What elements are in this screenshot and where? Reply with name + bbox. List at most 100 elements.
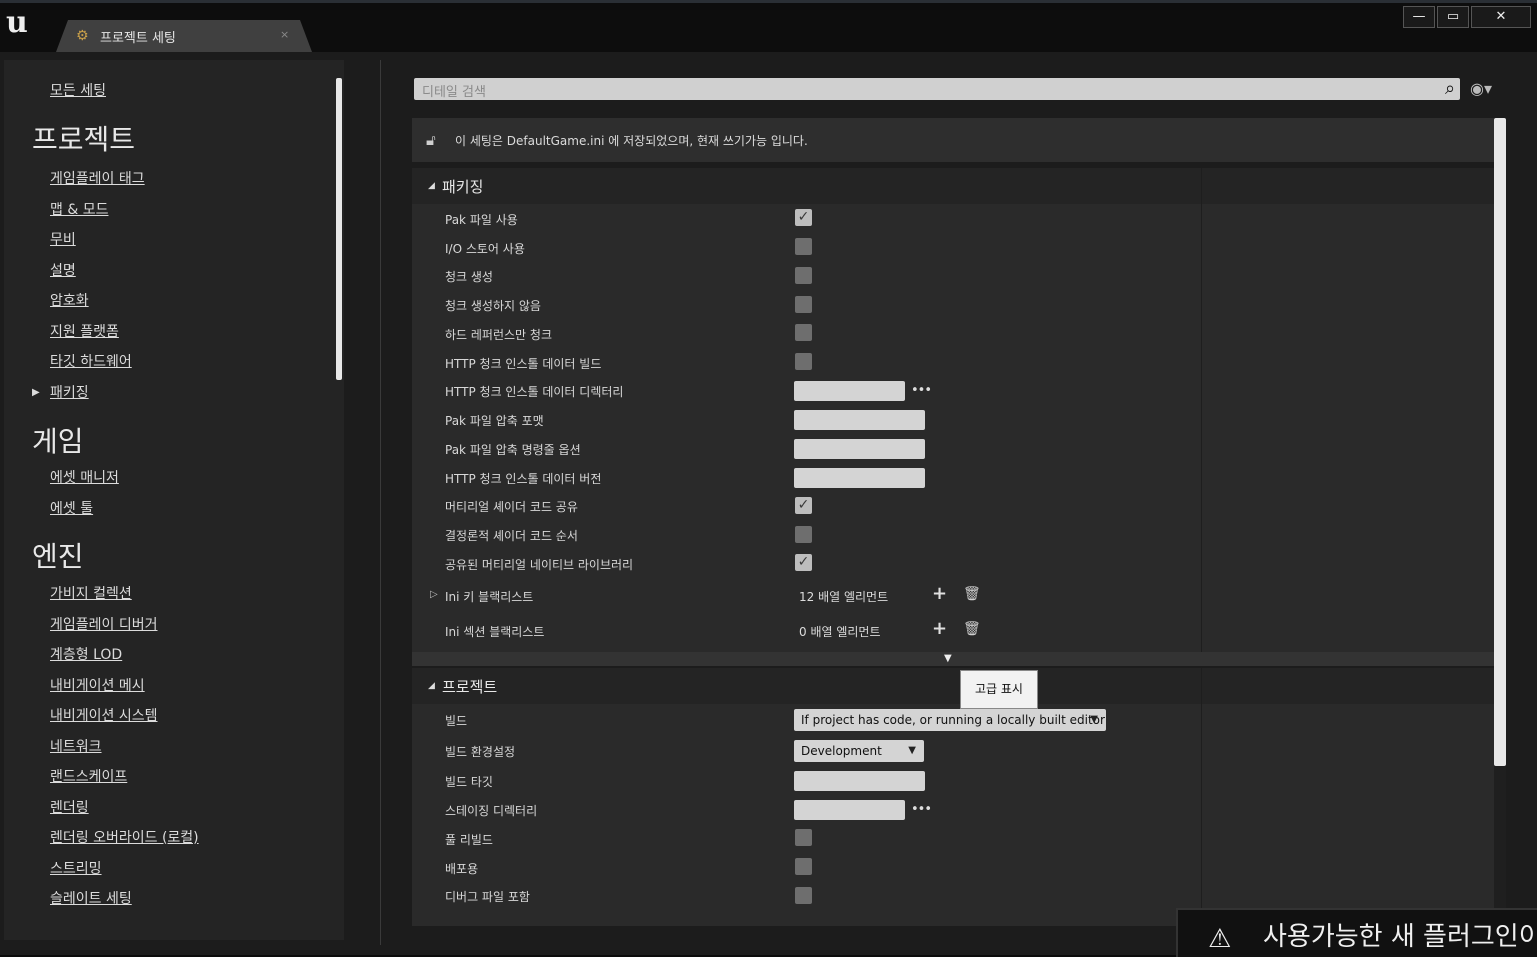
project-panel: ◢ 프로젝트: [412, 668, 1494, 926]
setting-label: I/O 스토어 사용: [445, 242, 525, 256]
column-splitter[interactable]: [1201, 168, 1202, 652]
maximize-button[interactable]: ▭: [1437, 6, 1469, 28]
sidebar-section-game: 게임: [32, 425, 84, 458]
include-debug-files-checkbox[interactable]: [795, 887, 812, 904]
setting-label: HTTP 청크 인스톨 데이터 디렉터리: [445, 385, 624, 399]
http-chunk-directory-field[interactable]: [794, 381, 905, 401]
sidebar-item-navigation-mesh[interactable]: 내비게이션 메시: [50, 675, 145, 695]
settings-sidebar: 모든 세팅 프로젝트 게임플레이 태그 맵 & 모드 무비 설명 암호화 지원 …: [4, 60, 344, 940]
build-configuration-value: Development: [801, 744, 882, 758]
build-target-field[interactable]: [794, 771, 925, 791]
sidebar-item-landscape[interactable]: 랜드스케이프: [50, 766, 127, 786]
sidebar-item-streaming[interactable]: 스트리밍: [50, 858, 102, 878]
close-button[interactable]: ✕: [1471, 6, 1531, 28]
use-io-store-checkbox[interactable]: [795, 238, 812, 255]
sidebar-item-slate-settings[interactable]: 슬레이트 세팅: [50, 888, 132, 908]
setting-label: 청크 생성: [445, 270, 493, 284]
add-element-plus-icon[interactable]: +: [932, 583, 947, 604]
staging-directory-field[interactable]: [794, 800, 905, 820]
packaging-section-header[interactable]: ◢ 패키징: [412, 168, 1494, 204]
deterministic-shader-order-checkbox[interactable]: [795, 526, 812, 543]
delete-all-trash-icon[interactable]: 🗑︎: [963, 586, 981, 602]
view-options-eye-icon[interactable]: ◉▾: [1470, 80, 1504, 98]
tab-close-icon[interactable]: ×: [280, 28, 289, 41]
top-accent-line: [0, 0, 1537, 3]
expand-array-icon[interactable]: ▷: [430, 589, 438, 600]
sidebar-scrollbar[interactable]: [336, 78, 342, 380]
setting-label: HTTP 청크 인스톨 데이터 빌드: [445, 357, 602, 371]
sidebar-item-maps-modes[interactable]: 맵 & 모드: [50, 199, 108, 219]
sidebar-item-supported-platforms[interactable]: 지원 플랫폼: [50, 321, 119, 341]
show-advanced-tooltip: 고급 표시: [960, 670, 1038, 709]
sidebar-item-movies[interactable]: 무비: [50, 229, 76, 249]
shared-material-native-libraries-checkbox[interactable]: ✓: [795, 554, 812, 571]
search-placeholder: 디테일 검색: [422, 85, 486, 100]
sidebar-item-asset-manager[interactable]: 에셋 매니저: [50, 467, 119, 487]
delete-all-trash-icon[interactable]: 🗑︎: [963, 621, 981, 637]
sidebar-item-gameplay-tags[interactable]: 게임플레이 태그: [50, 168, 145, 188]
array-count: 0 배열 엘리먼트: [799, 625, 881, 639]
project-section-header[interactable]: ◢ 프로젝트: [412, 668, 1494, 704]
sidebar-item-garbage-collection[interactable]: 가비지 컬렉션: [50, 583, 132, 603]
sidebar-section-project: 프로젝트: [32, 123, 136, 156]
setting-label: 공유된 머티리얼 네이티브 라이브러리: [445, 558, 634, 572]
browse-directory-button[interactable]: •••: [911, 383, 932, 398]
unreal-logo-icon: u: [6, 5, 28, 40]
http-chunk-version-field[interactable]: [794, 468, 925, 488]
for-distribution-checkbox[interactable]: [795, 858, 812, 875]
add-element-plus-icon[interactable]: +: [932, 618, 947, 639]
show-advanced-bar[interactable]: [412, 652, 1494, 666]
sidebar-item-hierarchical-lod[interactable]: 계층형 LOD: [50, 644, 122, 664]
setting-label: 청크 생성하지 않음: [445, 299, 541, 313]
setting-label: 스테이징 디렉터리: [445, 804, 538, 818]
title-bar: u ⚙ 프로젝트 세팅 × — ▭ ✕: [0, 0, 1537, 52]
warning-icon: ⚠: [1208, 924, 1232, 954]
details-search-input[interactable]: 디테일 검색: [414, 78, 1460, 100]
share-material-shader-code-checkbox[interactable]: ✓: [795, 497, 812, 514]
sidebar-item-network[interactable]: 네트워크: [50, 736, 102, 756]
minimize-button[interactable]: —: [1403, 6, 1435, 28]
sidebar-item-gameplay-debugger[interactable]: 게임플레이 디버거: [50, 614, 158, 634]
column-splitter[interactable]: [1201, 668, 1202, 926]
tab-project-settings[interactable]: ⚙ 프로젝트 세팅 ×: [56, 20, 312, 52]
sidebar-item-navigation-system[interactable]: 내비게이션 시스템: [50, 705, 158, 725]
use-pak-file-checkbox[interactable]: ✓: [795, 209, 812, 226]
setting-label: 결정론적 셰이더 코드 순서: [445, 529, 578, 543]
full-rebuild-checkbox[interactable]: [795, 829, 812, 846]
chevron-down-icon: ▼: [908, 745, 916, 756]
details-scrollbar[interactable]: [1494, 118, 1506, 766]
chevron-down-icon: ▼: [1090, 714, 1098, 725]
build-http-chunk-data-checkbox[interactable]: [795, 353, 812, 370]
build-dropdown[interactable]: If project has code, or running a locall…: [794, 709, 1106, 731]
setting-label: 하드 레퍼런스만 청크: [445, 328, 552, 342]
generate-chunks-checkbox[interactable]: [795, 267, 812, 284]
setting-label: 빌드 환경설정: [445, 745, 516, 759]
search-icon[interactable]: ⌕: [1439, 78, 1461, 100]
notification-text: 사용가능한 새 플러그인이: [1263, 922, 1537, 952]
browse-directory-button[interactable]: •••: [911, 802, 932, 817]
expand-advanced-arrow-icon[interactable]: ▼: [944, 653, 952, 664]
setting-label: 배포용: [445, 862, 479, 876]
sidebar-item-all-settings[interactable]: 모든 세팅: [50, 80, 106, 100]
sidebar-item-rendering[interactable]: 렌더링: [50, 797, 89, 817]
unlocked-lock-icon: 🔓︎: [426, 131, 436, 149]
collapse-triangle-icon: ◢: [428, 181, 435, 191]
sidebar-item-encryption[interactable]: 암호화: [50, 290, 89, 310]
setting-label: Ini 키 블랙리스트: [445, 590, 534, 604]
pak-compression-format-field[interactable]: [794, 410, 925, 430]
chunk-hard-references-only-checkbox[interactable]: [795, 324, 812, 341]
splitter[interactable]: [380, 60, 381, 945]
setting-label: Pak 파일 압축 명령줄 옵션: [445, 443, 581, 457]
new-plugins-notification[interactable]: ⚠ 사용가능한 새 플러그인이: [1176, 908, 1537, 957]
collapse-triangle-icon: ◢: [428, 681, 435, 691]
sidebar-item-target-hardware[interactable]: 타깃 하드웨어: [50, 351, 132, 371]
sidebar-item-asset-tools[interactable]: 에셋 툴: [50, 498, 93, 518]
sidebar-item-packaging[interactable]: 패키징: [50, 382, 89, 402]
generate-no-chunks-checkbox[interactable]: [795, 296, 812, 313]
sidebar-item-rendering-overrides[interactable]: 렌더링 오버라이드 (로컬): [50, 827, 199, 847]
sidebar-item-description[interactable]: 설명: [50, 260, 76, 280]
window-controls: — ▭ ✕: [1403, 6, 1531, 28]
pak-compression-options-field[interactable]: [794, 439, 925, 459]
build-configuration-dropdown[interactable]: Development ▼: [794, 740, 924, 762]
setting-label: Pak 파일 압축 포맷: [445, 414, 544, 428]
